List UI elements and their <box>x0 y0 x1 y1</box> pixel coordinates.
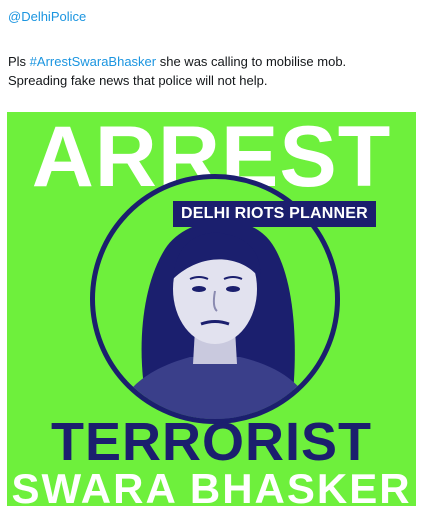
poster-name: SWARA BHASKER <box>11 465 412 506</box>
tweet-media-image[interactable]: ARREST DELHI RIOTS PLANNER TERRORIST SWA… <box>7 112 416 506</box>
hashtag-link[interactable]: #ArrestSwaraBhasker <box>30 54 156 69</box>
tweet-text: Pls #ArrestSwaraBhasker she was calling … <box>8 52 416 90</box>
poster-label: TERRORIST <box>50 412 372 472</box>
tweet-text-line1-suffix: she was calling to mobilise mob. <box>156 54 347 69</box>
poster-tag: DELHI RIOTS PLANNER <box>173 201 376 227</box>
tweet-text-prefix: Pls <box>8 54 30 69</box>
tweet-text-line2: Spreading fake news that police will not… <box>8 73 268 88</box>
mention-link[interactable]: @DelhiPolice <box>8 9 86 24</box>
